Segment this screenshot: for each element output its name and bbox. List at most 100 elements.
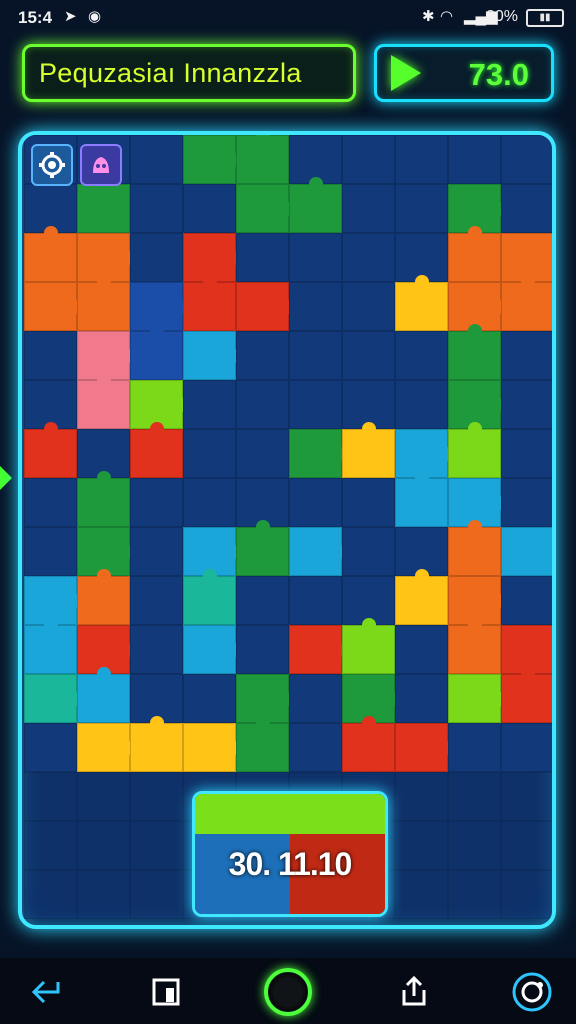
- puzzle-piece[interactable]: [448, 429, 501, 478]
- puzzle-piece[interactable]: [24, 723, 77, 772]
- puzzle-piece[interactable]: [501, 331, 552, 380]
- puzzle-piece[interactable]: [395, 674, 448, 723]
- play-icon[interactable]: [391, 55, 421, 91]
- puzzle-piece[interactable]: [501, 135, 552, 184]
- puzzle-piece[interactable]: [24, 233, 77, 282]
- refresh-button[interactable]: [506, 966, 558, 1018]
- puzzle-piece[interactable]: [342, 331, 395, 380]
- puzzle-piece[interactable]: [501, 576, 552, 625]
- puzzle-piece[interactable]: [289, 380, 342, 429]
- puzzle-board[interactable]: 30. 11.10: [18, 131, 556, 929]
- puzzle-piece[interactable]: [501, 821, 552, 870]
- puzzle-piece[interactable]: [342, 282, 395, 331]
- puzzle-piece[interactable]: [395, 478, 448, 527]
- puzzle-piece[interactable]: [395, 870, 448, 919]
- puzzle-piece[interactable]: [24, 821, 77, 870]
- puzzle-piece[interactable]: [77, 576, 130, 625]
- puzzle-piece[interactable]: [24, 527, 77, 576]
- puzzle-piece[interactable]: [77, 772, 130, 821]
- puzzle-piece[interactable]: [501, 184, 552, 233]
- side-arrow-icon[interactable]: [0, 466, 12, 490]
- puzzle-piece[interactable]: [236, 380, 289, 429]
- home-button[interactable]: [262, 966, 314, 1018]
- puzzle-piece[interactable]: [289, 184, 342, 233]
- puzzle-piece[interactable]: [342, 184, 395, 233]
- puzzle-piece[interactable]: [501, 723, 552, 772]
- puzzle-piece[interactable]: [395, 331, 448, 380]
- puzzle-piece[interactable]: [77, 674, 130, 723]
- puzzle-piece[interactable]: [342, 625, 395, 674]
- puzzle-piece[interactable]: [501, 380, 552, 429]
- puzzle-piece[interactable]: [183, 674, 236, 723]
- puzzle-piece[interactable]: [342, 527, 395, 576]
- puzzle-piece[interactable]: [236, 723, 289, 772]
- puzzle-piece[interactable]: [77, 282, 130, 331]
- puzzle-piece[interactable]: [183, 282, 236, 331]
- puzzle-piece[interactable]: [395, 576, 448, 625]
- puzzle-piece[interactable]: [501, 674, 552, 723]
- puzzle-piece[interactable]: [448, 723, 501, 772]
- puzzle-piece[interactable]: [183, 429, 236, 478]
- puzzle-piece[interactable]: [130, 625, 183, 674]
- puzzle-piece[interactable]: [236, 576, 289, 625]
- puzzle-piece[interactable]: [289, 478, 342, 527]
- puzzle-piece[interactable]: [130, 821, 183, 870]
- puzzle-piece[interactable]: [77, 870, 130, 919]
- puzzle-piece[interactable]: [183, 380, 236, 429]
- puzzle-piece[interactable]: [77, 478, 130, 527]
- puzzle-piece[interactable]: [501, 772, 552, 821]
- puzzle-piece[interactable]: [130, 870, 183, 919]
- share-button[interactable]: [388, 966, 440, 1018]
- puzzle-piece[interactable]: [24, 870, 77, 919]
- settings-button[interactable]: [31, 144, 73, 186]
- score-panel[interactable]: 73.0: [374, 44, 554, 102]
- puzzle-piece[interactable]: [501, 870, 552, 919]
- puzzle-piece[interactable]: [236, 429, 289, 478]
- puzzle-piece[interactable]: [24, 478, 77, 527]
- puzzle-piece[interactable]: [77, 184, 130, 233]
- puzzle-piece[interactable]: [395, 135, 448, 184]
- puzzle-piece[interactable]: [448, 527, 501, 576]
- puzzle-piece[interactable]: [342, 478, 395, 527]
- puzzle-piece[interactable]: [289, 576, 342, 625]
- puzzle-piece[interactable]: [342, 233, 395, 282]
- puzzle-piece[interactable]: [448, 625, 501, 674]
- puzzle-piece[interactable]: [236, 331, 289, 380]
- puzzle-piece[interactable]: [501, 282, 552, 331]
- puzzle-piece[interactable]: [289, 723, 342, 772]
- puzzle-piece[interactable]: [448, 135, 501, 184]
- puzzle-piece[interactable]: [448, 870, 501, 919]
- puzzle-piece[interactable]: [395, 625, 448, 674]
- puzzle-piece[interactable]: [236, 135, 289, 184]
- puzzle-piece[interactable]: [24, 331, 77, 380]
- puzzle-piece[interactable]: [448, 331, 501, 380]
- puzzle-piece[interactable]: [448, 821, 501, 870]
- hint-button[interactable]: [80, 144, 122, 186]
- puzzle-piece[interactable]: [130, 429, 183, 478]
- puzzle-piece[interactable]: [24, 625, 77, 674]
- puzzle-piece[interactable]: [342, 723, 395, 772]
- puzzle-piece[interactable]: [342, 135, 395, 184]
- puzzle-piece[interactable]: [77, 821, 130, 870]
- puzzle-piece[interactable]: [395, 380, 448, 429]
- puzzle-piece[interactable]: [183, 184, 236, 233]
- puzzle-piece[interactable]: [130, 478, 183, 527]
- puzzle-piece[interactable]: [24, 772, 77, 821]
- puzzle-piece[interactable]: [236, 625, 289, 674]
- puzzle-piece[interactable]: [395, 821, 448, 870]
- puzzle-piece[interactable]: [130, 527, 183, 576]
- puzzle-piece[interactable]: [130, 233, 183, 282]
- back-button[interactable]: [20, 966, 72, 1018]
- puzzle-piece[interactable]: [77, 380, 130, 429]
- puzzle-piece[interactable]: [289, 233, 342, 282]
- puzzle-piece[interactable]: [183, 478, 236, 527]
- puzzle-piece[interactable]: [395, 282, 448, 331]
- puzzle-piece[interactable]: [130, 184, 183, 233]
- puzzle-piece[interactable]: [130, 331, 183, 380]
- recent-apps-button[interactable]: [140, 966, 192, 1018]
- puzzle-piece[interactable]: [289, 282, 342, 331]
- puzzle-piece[interactable]: [130, 723, 183, 772]
- puzzle-piece[interactable]: [448, 233, 501, 282]
- puzzle-piece[interactable]: [289, 331, 342, 380]
- puzzle-piece[interactable]: [501, 429, 552, 478]
